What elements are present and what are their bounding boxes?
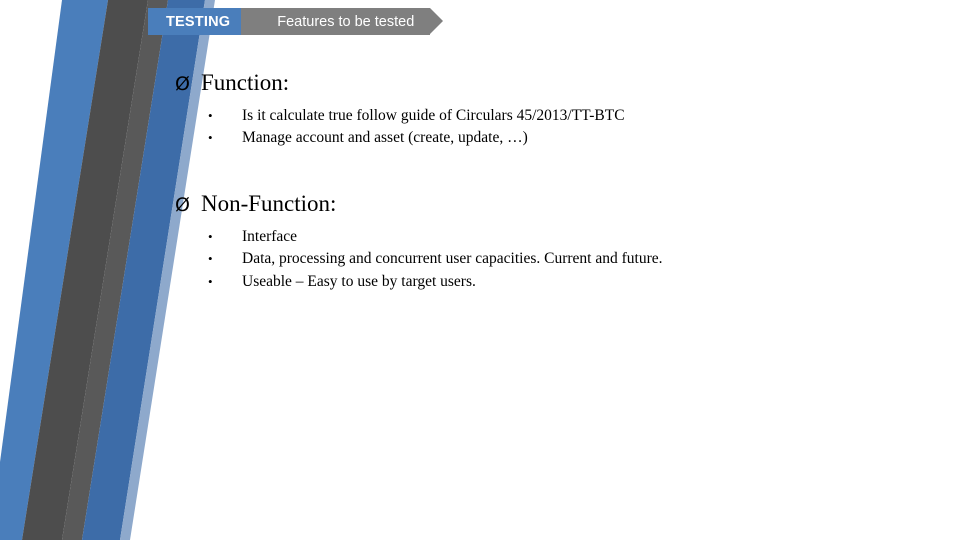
bullet-dot-icon: •	[208, 251, 213, 267]
list-item-text: Data, processing and concurrent user cap…	[242, 250, 663, 268]
bullet-dot-icon: •	[208, 228, 213, 244]
section-heading-non-function: Ø Non-Function:	[0, 191, 960, 217]
list-item-text: Is it calculate true follow guide of Cir…	[242, 107, 625, 124]
list-item-text: Manage account and asset (create, update…	[242, 129, 528, 147]
section-non-function: Ø Non-Function: • Interface • Data, proc…	[0, 191, 960, 293]
bullet-dot-icon: •	[208, 108, 213, 123]
bullet-dot-icon: •	[208, 130, 213, 146]
section-heading-label: Function:	[200, 70, 290, 95]
list-item: • Interface	[0, 226, 960, 248]
section-heading-label: Non-Function:	[200, 190, 337, 216]
bullet-dot-icon: •	[208, 273, 213, 289]
slide-header: TESTING Features to be tested	[148, 8, 444, 35]
arrow-bullet-icon: Ø	[175, 73, 190, 95]
section-function: Ø Function: • Is it calculate true follo…	[0, 70, 960, 150]
header-tag: TESTING	[148, 8, 258, 35]
list-item: • Manage account and asset (create, upda…	[0, 127, 960, 149]
list-item: • Data, processing and concurrent user c…	[0, 248, 960, 270]
bullet-list-non-function: • Interface • Data, processing and concu…	[0, 226, 960, 293]
list-item: • Is it calculate true follow guide of C…	[0, 105, 960, 127]
list-item: • Useable – Easy to use by target users.	[0, 271, 960, 293]
bullet-list-function: • Is it calculate true follow guide of C…	[0, 105, 960, 150]
list-item-text: Interface	[242, 227, 298, 245]
arrow-bullet-icon: Ø	[175, 193, 190, 216]
slide-content: Ø Function: • Is it calculate true follo…	[0, 70, 960, 293]
section-heading-function: Ø Function:	[0, 70, 960, 96]
list-item-text: Useable – Easy to use by target users.	[242, 272, 476, 290]
page-title: Features to be tested	[241, 8, 444, 35]
